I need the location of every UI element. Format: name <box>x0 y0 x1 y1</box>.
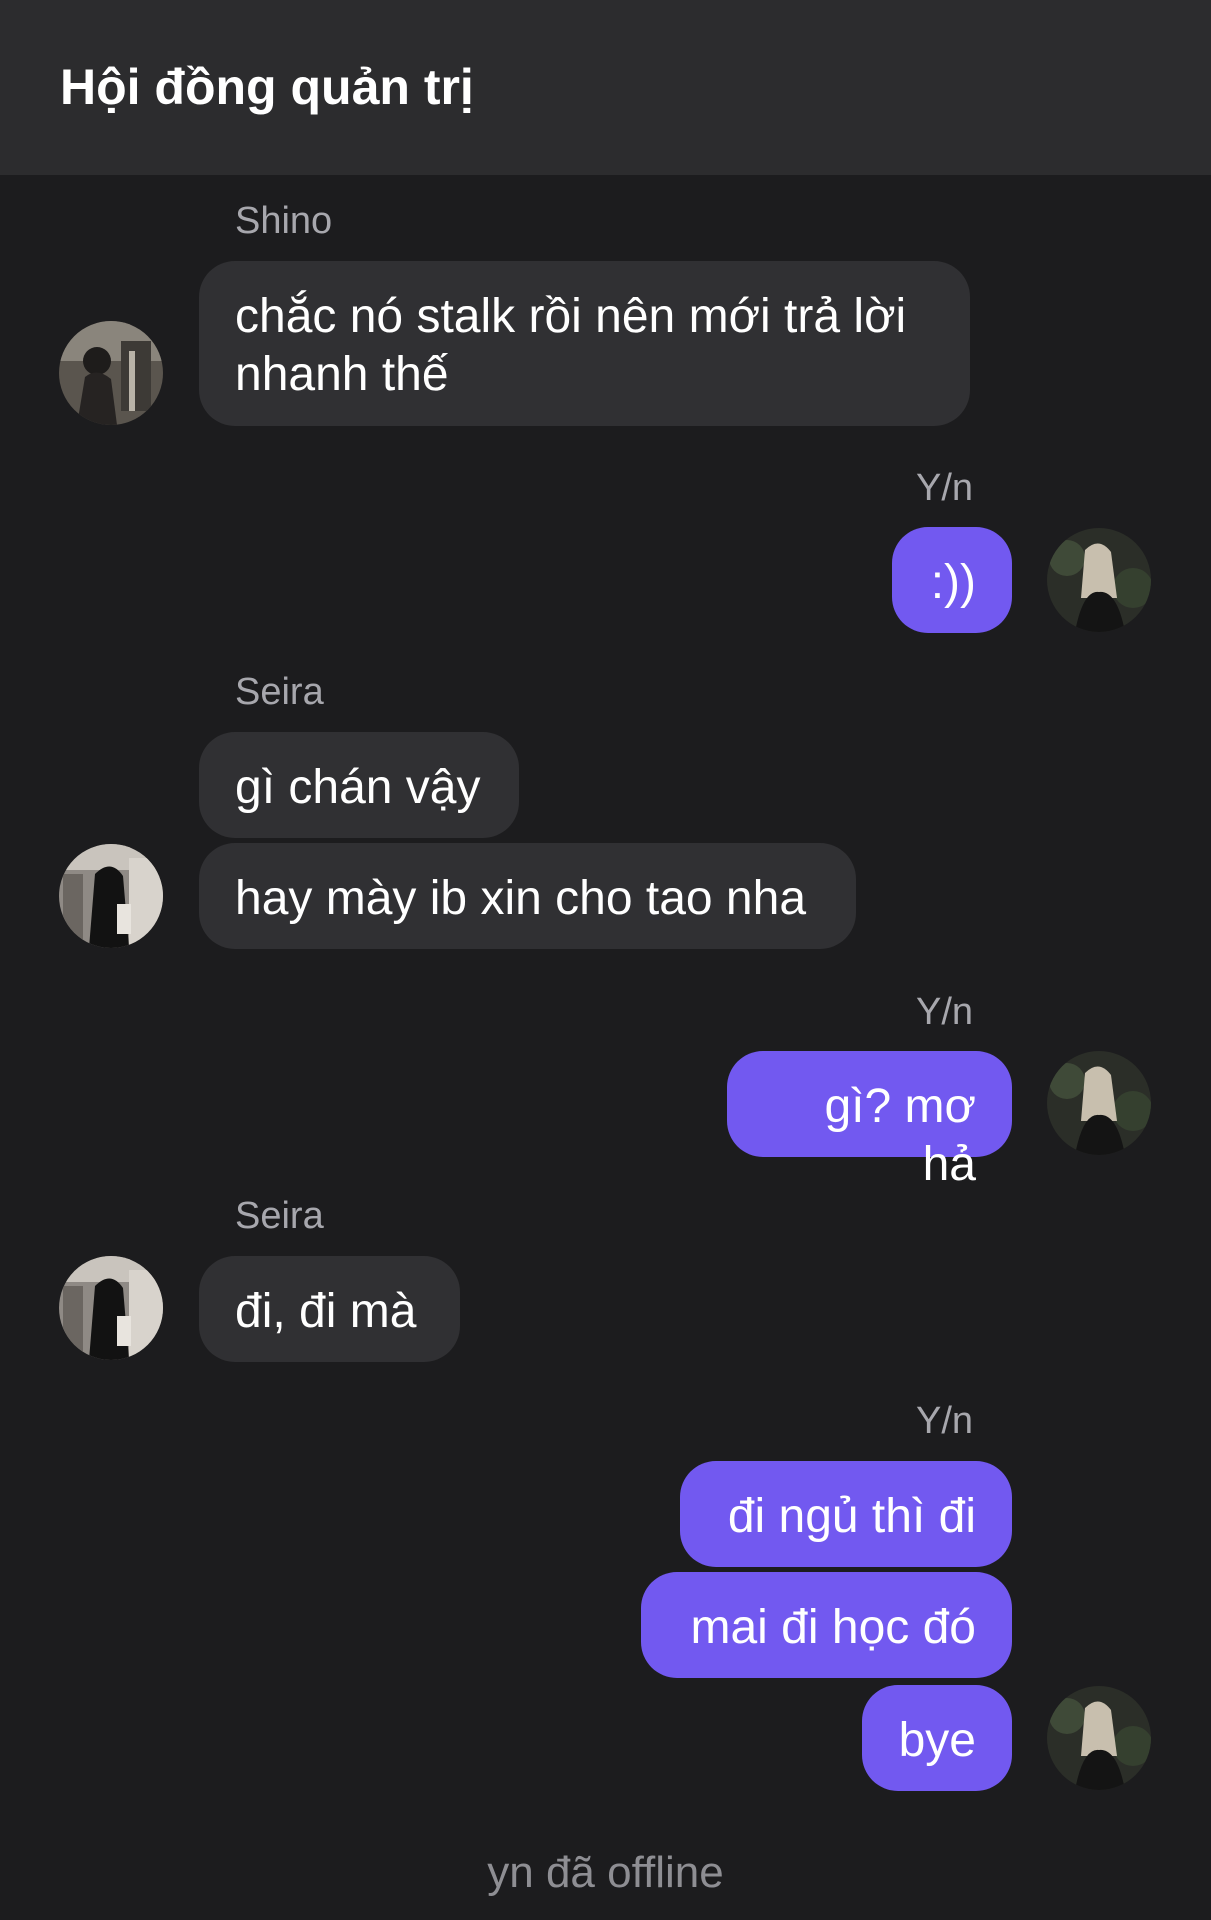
message-bubble[interactable]: đi, đi mà <box>199 1256 460 1362</box>
message-bubble[interactable]: đi ngủ thì đi <box>680 1461 1012 1567</box>
avatar-shino[interactable] <box>59 321 163 425</box>
sender-name-seira: Seira <box>235 671 324 713</box>
chat-header: Hội đồng quản trị <box>0 0 1211 175</box>
avatar-yn[interactable] <box>1047 1686 1151 1790</box>
message-bubble[interactable]: bye <box>862 1685 1012 1791</box>
sender-name-yn: Y/n <box>916 991 974 1033</box>
avatar-seira[interactable] <box>59 1256 163 1360</box>
message-bubble[interactable]: gì? mơ hả <box>727 1051 1012 1191</box>
message-bubble[interactable]: gì chán vậy <box>199 732 519 838</box>
sender-name-seira: Seira <box>235 1195 324 1237</box>
message-bubble[interactable]: hay mày ib xin cho tao nha <box>199 843 856 949</box>
sender-name-yn: Y/n <box>916 1400 974 1442</box>
offline-status: yn đã offline <box>487 1848 724 1897</box>
message-bubble[interactable]: :)) <box>892 527 1012 633</box>
avatar-yn[interactable] <box>1047 528 1151 632</box>
message-bubble[interactable]: mai đi học đó <box>641 1572 1012 1678</box>
sender-name-shino: Shino <box>235 200 333 242</box>
chat-title[interactable]: Hội đồng quản trị <box>60 58 474 116</box>
avatar-seira[interactable] <box>59 844 163 948</box>
message-bubble[interactable]: chắc nó stalk rồi nên mới trả lời nhanh … <box>199 261 970 426</box>
avatar-yn[interactable] <box>1047 1051 1151 1155</box>
sender-name-yn: Y/n <box>916 467 974 509</box>
